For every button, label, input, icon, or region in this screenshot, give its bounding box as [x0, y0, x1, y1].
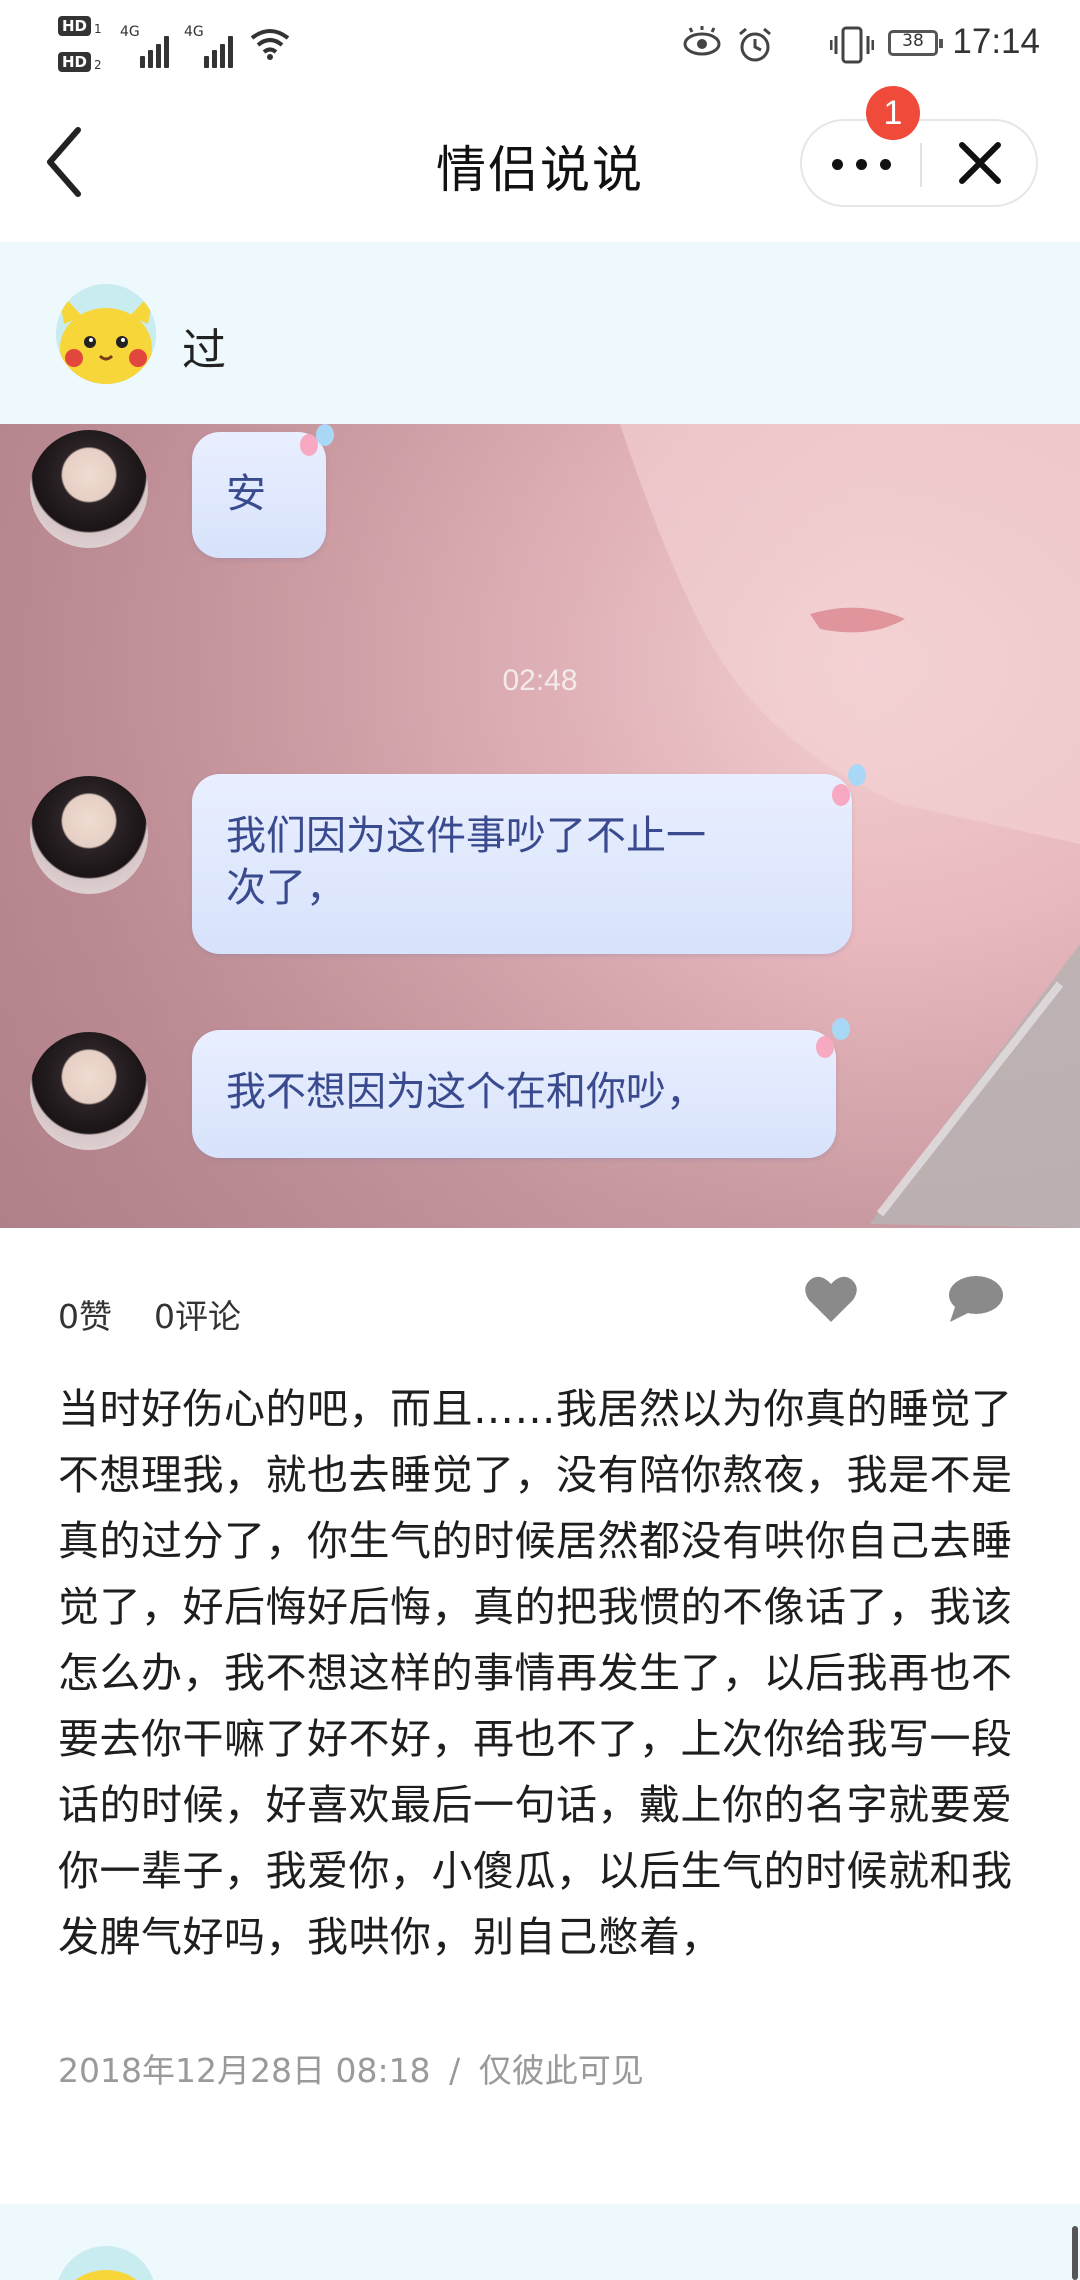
heart-icon: [805, 1276, 857, 1322]
chat-timestamp: 02:48: [502, 664, 578, 697]
network-type-1: 4G: [120, 24, 140, 40]
comment-bubble-icon: [949, 1276, 1003, 1322]
close-icon: [959, 142, 1001, 184]
likes-count: 0赞: [58, 1297, 112, 1336]
author-name[interactable]: 过: [182, 314, 226, 378]
next-post-author-bar[interactable]: [0, 2204, 1080, 2280]
post-image[interactable]: 安 02:48 我们因为这件事吵了不止一 次了， 我不想因为这个在和你吵，: [0, 424, 1080, 1228]
pikachu-avatar-image: [56, 2246, 156, 2280]
signal-icon: 4G: [120, 24, 178, 68]
like-button[interactable]: [804, 1274, 858, 1324]
chat-message: 我们因为这件事吵了不止一: [226, 813, 706, 859]
post-text: 当时好伤心的吧，而且……我居然以为你真的睡觉了不想理我，就也去睡觉了，没有陪你熬…: [58, 1385, 1013, 1961]
sim2-hd-label: HD: [58, 52, 92, 72]
comments-count: 0评论: [154, 1297, 241, 1336]
comment-button[interactable]: [948, 1274, 1004, 1324]
balloon-decoration: [848, 764, 866, 786]
alarm-icon: [739, 27, 771, 62]
avatar[interactable]: [56, 284, 156, 384]
post-date: 2018年12月28日 08:18: [58, 2051, 431, 2090]
battery-icon: 38: [888, 30, 943, 56]
wifi-icon: [250, 29, 290, 60]
balloon-decoration: [832, 1018, 850, 1040]
chat-avatar: [30, 430, 148, 548]
eye-comfort-icon: [683, 26, 721, 56]
balloon-decoration: [832, 784, 850, 806]
vibrate-icon: [830, 26, 874, 64]
balloon-decoration: [816, 1036, 834, 1058]
chat-message: 安: [226, 471, 266, 517]
network-type-2: 4G: [184, 24, 204, 40]
post-author-bar[interactable]: 过: [0, 242, 1080, 424]
chat-avatar: [30, 776, 148, 894]
notification-badge: 1: [866, 86, 920, 140]
battery-level: 38: [902, 31, 924, 51]
pikachu-avatar-image: [56, 284, 156, 384]
visibility-label: 仅彼此可见: [478, 2051, 644, 2090]
balloon-decoration: [316, 424, 334, 446]
chat-avatar: [30, 1032, 148, 1150]
status-left: HD 1 HD 2 4G 4G: [58, 14, 298, 80]
status-time: 17:14: [952, 22, 1040, 61]
post-meta: 2018年12月28日 08:18 / 仅彼此可见: [58, 2044, 644, 2092]
mini-program-capsule: [800, 119, 1038, 207]
status-right: 38 17:14: [660, 22, 1040, 72]
close-button[interactable]: [922, 121, 1038, 205]
sim2-number: 2: [94, 58, 102, 72]
chat-message: 我不想因为这个在和你吵，: [226, 1069, 706, 1115]
sim1-number: 1: [94, 22, 102, 36]
avatar[interactable]: [56, 2246, 156, 2280]
post-stats: 0赞 0评论: [0, 1228, 1080, 1358]
scrollbar[interactable]: [1072, 2226, 1078, 2280]
status-bar: HD 1 HD 2 4G 4G 38 17:14: [0, 0, 1080, 92]
chat-bubble: 我不想因为这个在和你吵，: [192, 1030, 836, 1158]
chat-message: 次了，: [226, 865, 346, 911]
sim1-hd-label: HD: [58, 16, 92, 36]
meta-separator: /: [449, 2051, 461, 2090]
signal-icon: 4G: [184, 24, 242, 68]
chat-bubble: 我们因为这件事吵了不止一 次了，: [192, 774, 852, 954]
